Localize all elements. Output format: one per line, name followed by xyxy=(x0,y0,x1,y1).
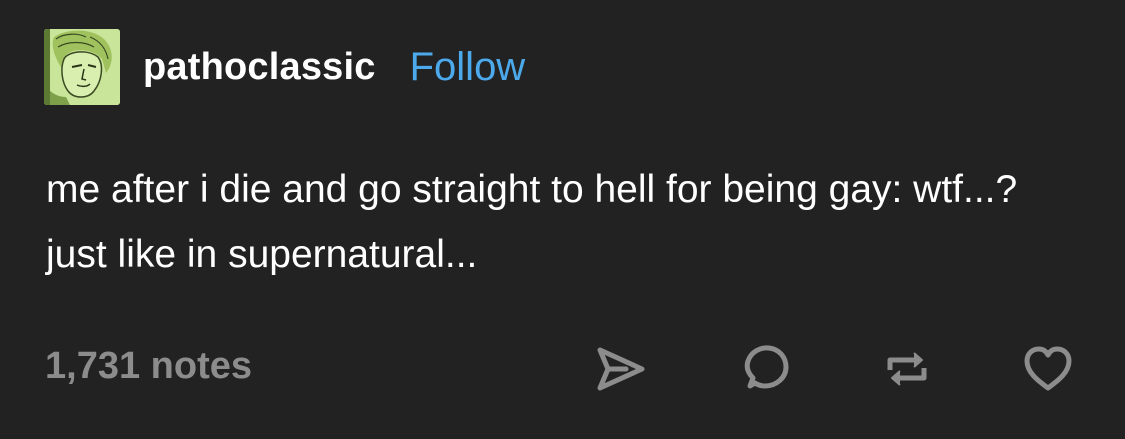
avatar-portrait-image xyxy=(44,29,120,105)
speech-bubble-icon xyxy=(744,345,789,389)
reblog-button[interactable] xyxy=(878,340,936,398)
post-header: pathoclassic Follow xyxy=(44,29,525,105)
share-button[interactable] xyxy=(592,340,650,398)
post-card: pathoclassic Follow me after i die and g… xyxy=(0,0,1125,439)
heart-icon xyxy=(1024,346,1072,391)
like-button[interactable] xyxy=(1019,340,1077,398)
reply-button[interactable] xyxy=(736,340,794,398)
post-footer: 1,731 notes xyxy=(0,335,1125,401)
username[interactable]: pathoclassic xyxy=(143,46,376,89)
notes-count[interactable]: 1,731 notes xyxy=(45,345,252,388)
follow-button[interactable]: Follow xyxy=(410,45,526,90)
reblog-icon xyxy=(887,352,927,386)
post-text: me after i die and go straight to hell f… xyxy=(46,168,1018,276)
paper-plane-icon xyxy=(597,347,645,391)
avatar[interactable] xyxy=(44,29,120,105)
